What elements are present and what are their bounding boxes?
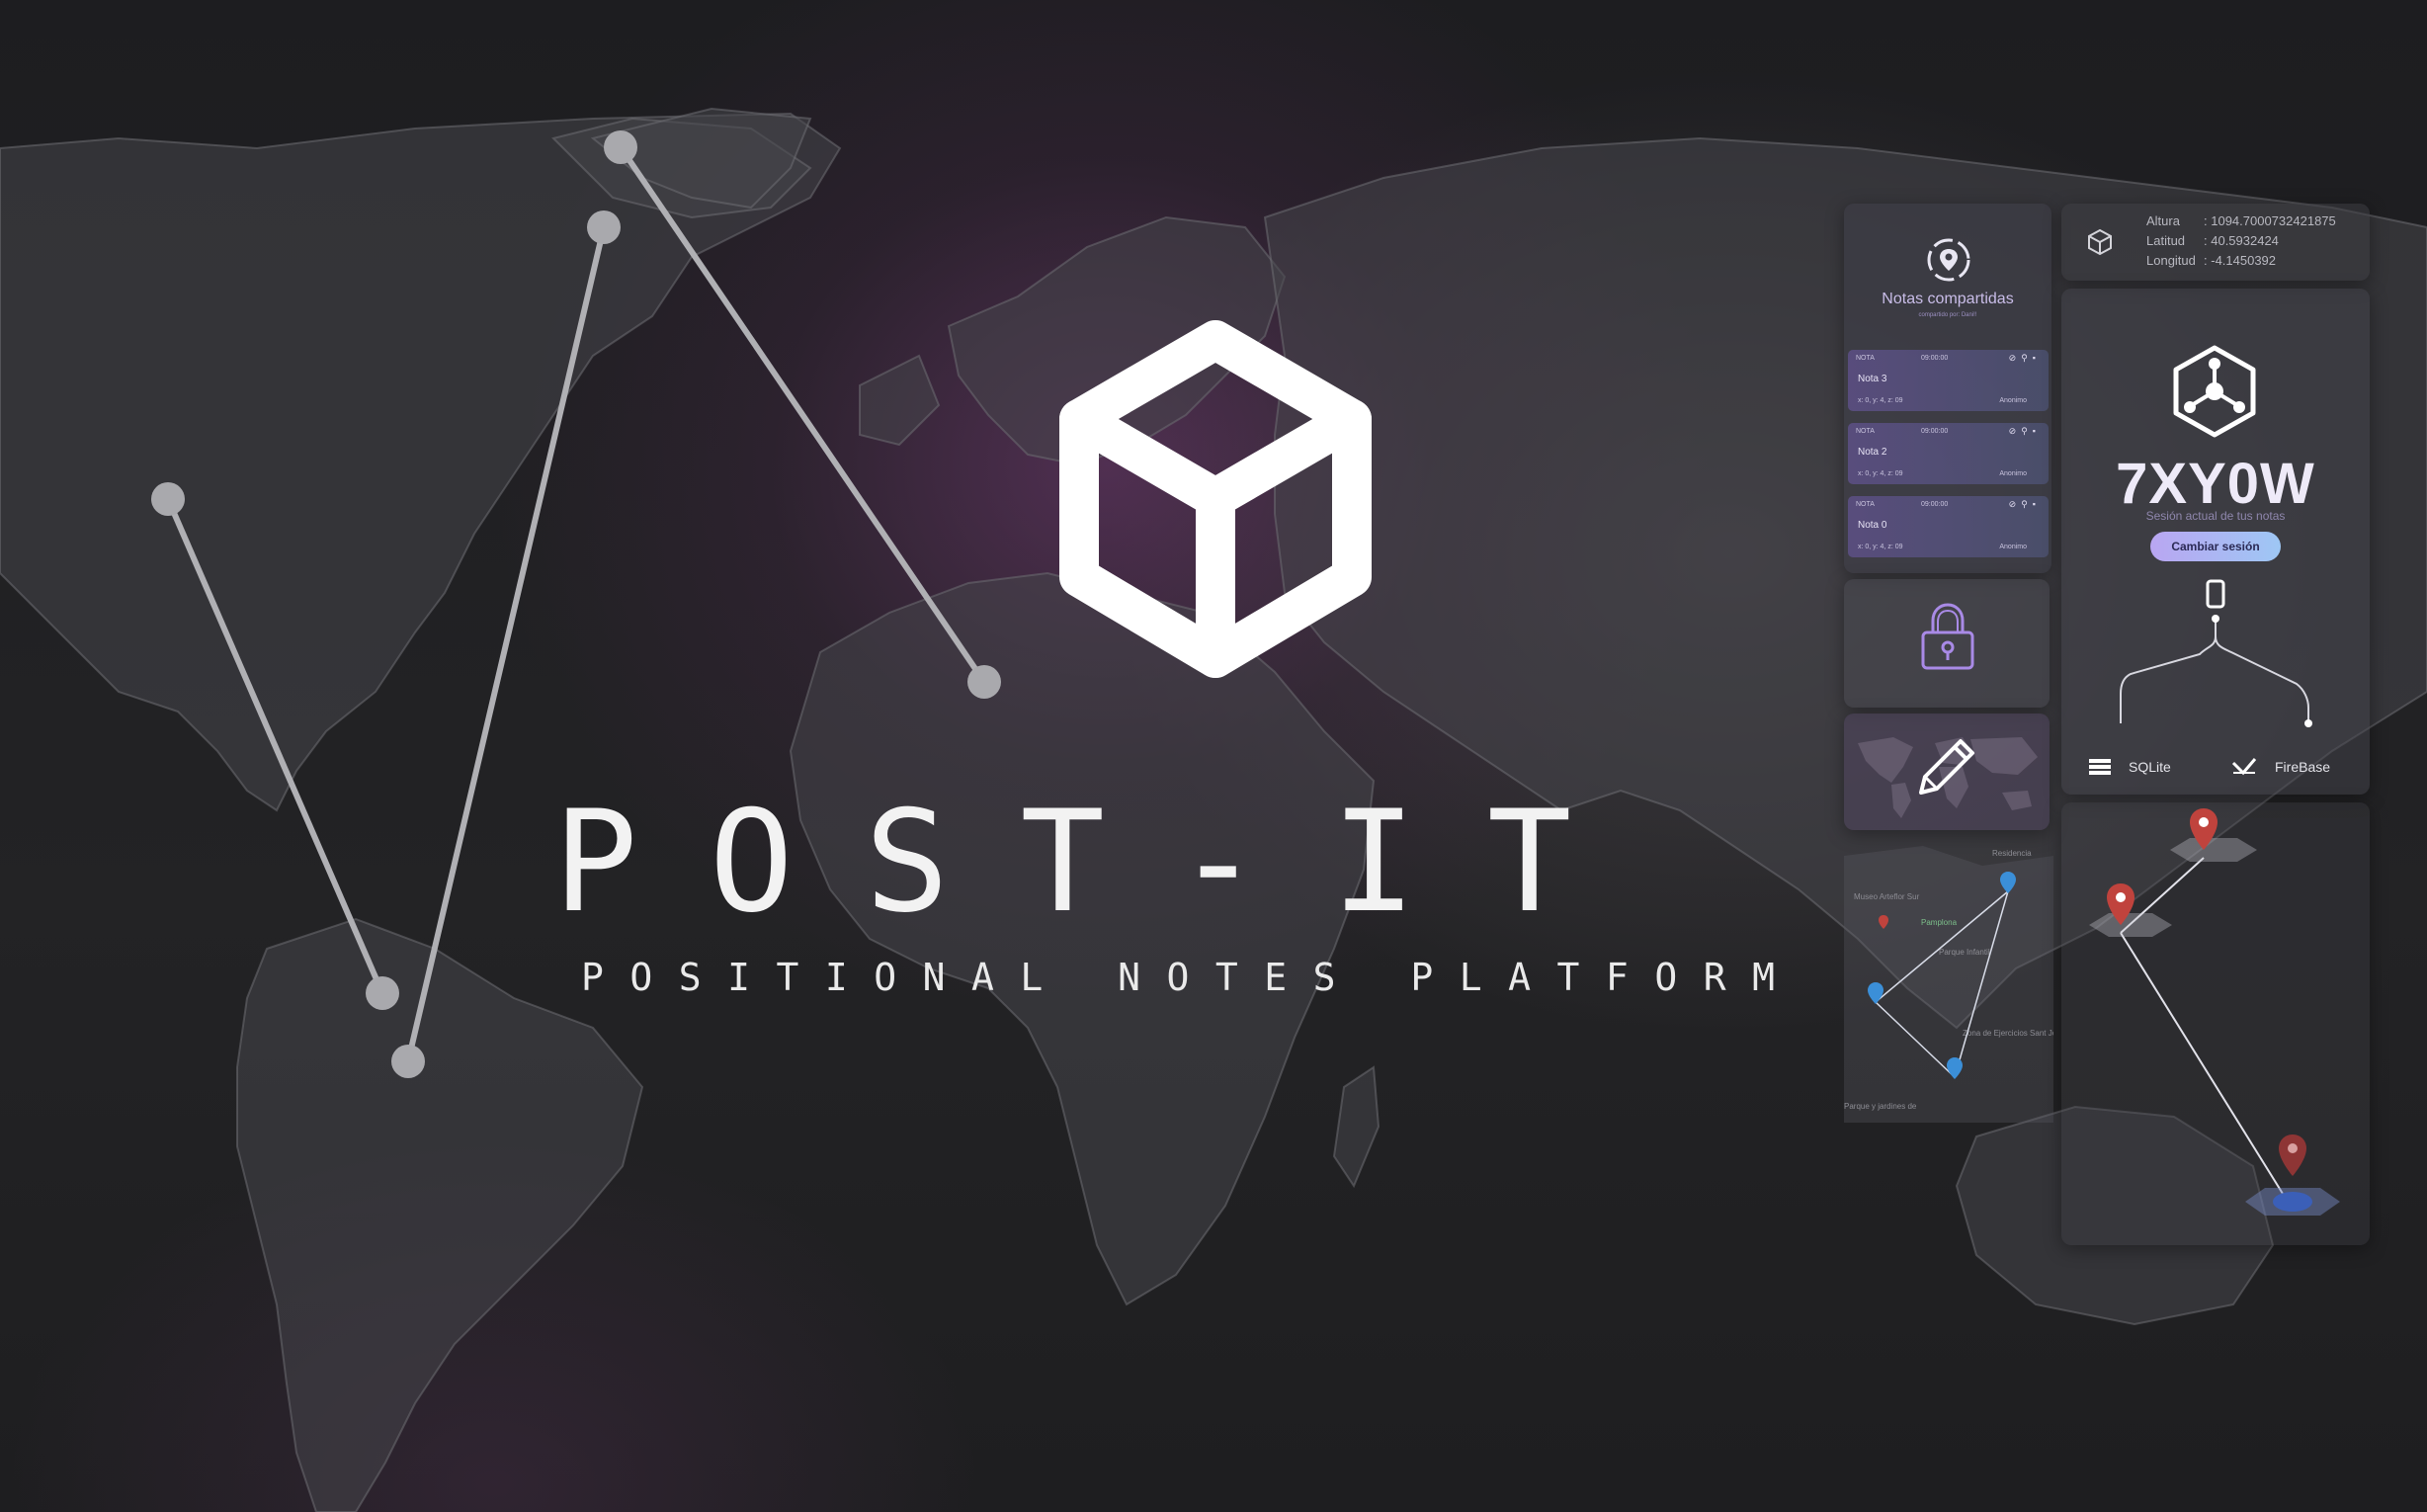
note-title: Nota 2 bbox=[1858, 447, 1887, 458]
note-author: Anonimo bbox=[1999, 470, 2027, 477]
firebase-label[interactable]: FireBase bbox=[2275, 759, 2330, 775]
cube-outline-icon bbox=[2088, 228, 2112, 256]
note-title: Nota 0 bbox=[1858, 520, 1887, 531]
altura-row: Altura: 1094.7000732421875 bbox=[2146, 213, 2336, 228]
note-label: NOTA bbox=[1856, 501, 1875, 508]
map-label: Zona de Ejercicios Sant Jordi bbox=[1963, 1029, 2053, 1038]
map-pin-dot[interactable] bbox=[604, 130, 637, 164]
firebase-icon bbox=[2231, 758, 2257, 776]
note-coords: x: 0, y: 4, z: 09 bbox=[1858, 544, 1903, 550]
note-label: NOTA bbox=[1856, 428, 1875, 435]
map-label: Pamplona bbox=[1921, 918, 1958, 927]
lock-panel[interactable] bbox=[1844, 579, 2050, 708]
note-coords: x: 0, y: 4, z: 09 bbox=[1858, 397, 1903, 404]
lock-icon bbox=[1921, 603, 1974, 670]
note-title: Nota 3 bbox=[1858, 374, 1887, 384]
note-card[interactable]: NOTA 09:00:00 ⊘⚲▪ Nota 2 x: 0, y: 4, z: … bbox=[1848, 423, 2049, 484]
map-label: Museo Arteflor Sur bbox=[1854, 892, 1920, 901]
note-card[interactable]: NOTA 09:00:00 ⊘⚲▪ Nota 0 x: 0, y: 4, z: … bbox=[1848, 496, 2049, 557]
pins-graph bbox=[2089, 808, 2340, 1216]
session-panel: 7XY0W Sesión actual de tus notas Cambiar… bbox=[2061, 289, 2370, 795]
longitud-value: -4.1450392 bbox=[2211, 253, 2277, 268]
note-action-icons[interactable]: ⊘⚲▪ bbox=[2009, 426, 2041, 437]
note-coords: x: 0, y: 4, z: 09 bbox=[1858, 470, 1903, 477]
cube-icon bbox=[1059, 320, 1372, 678]
app-title: POST-IT bbox=[553, 781, 1643, 944]
edit-map-panel[interactable] bbox=[1844, 714, 2050, 830]
note-action-icons[interactable]: ⊘⚲▪ bbox=[2009, 499, 2041, 510]
app-subtitle: POSITIONAL NOTES PLATFORM bbox=[581, 956, 1801, 999]
pins-panel bbox=[2061, 802, 2370, 1245]
altura-label: Altura bbox=[2146, 213, 2180, 228]
map-pin-dot[interactable] bbox=[151, 482, 185, 516]
longitud-row: Longitud: -4.1450392 bbox=[2146, 253, 2277, 268]
note-time: 09:00:00 bbox=[1921, 501, 1949, 508]
map-pin-dot[interactable] bbox=[391, 1045, 425, 1078]
session-subtitle: Sesión actual de tus notas bbox=[2145, 509, 2286, 523]
latitud-label: Latitud bbox=[2146, 233, 2186, 248]
mini-map[interactable]: Museo Arteflor Sur Pamplona Parque Infan… bbox=[1844, 836, 2053, 1123]
map-pin-dot[interactable] bbox=[967, 665, 1001, 699]
shared-notes-subtitle: compartido por: Dani!! bbox=[1918, 312, 1977, 318]
note-time: 09:00:00 bbox=[1921, 428, 1949, 435]
database-icon bbox=[2089, 759, 2111, 775]
location-pin-icon bbox=[1927, 238, 1970, 282]
red-pin-icon[interactable] bbox=[2279, 1134, 2306, 1176]
note-action-icons[interactable]: ⊘⚲▪ bbox=[2009, 353, 2041, 364]
note-time: 09:00:00 bbox=[1921, 355, 1949, 362]
latitud-row: Latitud: 40.5932424 bbox=[2146, 233, 2279, 248]
shared-notes-title: Notas compartidas bbox=[1882, 291, 2014, 307]
shared-notes-panel: Notas compartidas compartido por: Dani!!… bbox=[1844, 204, 2051, 573]
note-author: Anonimo bbox=[1999, 397, 2027, 404]
altura-value: 1094.7000732421875 bbox=[2211, 213, 2336, 228]
map-label: Residencia bbox=[1992, 849, 2032, 858]
session-code: 7XY0W bbox=[2116, 452, 2315, 516]
map-label: Parque y jardines de bbox=[1844, 1102, 1917, 1111]
hexagon-network-icon bbox=[2173, 345, 2256, 438]
map-label: Parque Infantil bbox=[1939, 948, 1990, 957]
note-card[interactable]: NOTA 09:00:00 ⊘⚲▪ Nota 3 x: 0, y: 4, z: … bbox=[1848, 350, 2049, 411]
map-pin-dot[interactable] bbox=[587, 210, 621, 244]
note-label: NOTA bbox=[1856, 355, 1875, 362]
map-pin-dot[interactable] bbox=[366, 976, 399, 1010]
pencil-icon bbox=[1919, 739, 1974, 795]
smartphone-icon bbox=[2206, 579, 2225, 609]
longitud-label: Longitud bbox=[2146, 253, 2196, 268]
location-panel: Altura: 1094.7000732421875 Latitud: 40.5… bbox=[2061, 204, 2370, 281]
note-author: Anonimo bbox=[1999, 544, 2027, 550]
change-session-button[interactable]: Cambiar sesión bbox=[2150, 532, 2281, 561]
latitud-value: 40.5932424 bbox=[2211, 233, 2279, 248]
sqlite-label[interactable]: SQLite bbox=[2129, 759, 2171, 775]
